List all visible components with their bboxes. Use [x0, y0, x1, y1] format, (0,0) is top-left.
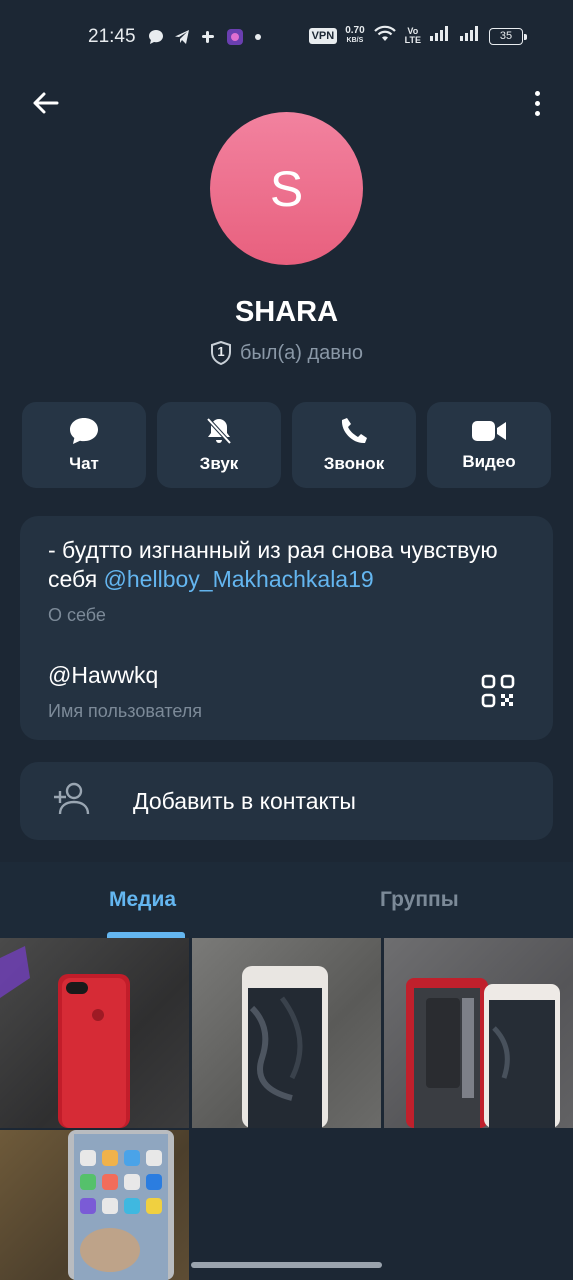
add-person-icon — [52, 782, 92, 821]
status-bar: 21:45 VPN 0.70 KB/S Vo LTE 35 — [0, 0, 573, 74]
media-tabs: Медиа Группы — [0, 862, 573, 938]
media-thumbnail[interactable] — [384, 938, 573, 1128]
call-label: Звонок — [323, 454, 385, 473]
back-button[interactable] — [28, 86, 62, 120]
username-label: Имя пользователя — [48, 701, 203, 721]
bio-text: - будтто изгнанный из рая снова чувствую… — [48, 536, 538, 594]
signal-icon-2 — [459, 25, 481, 47]
chat-icon — [70, 418, 98, 444]
signal-icon — [429, 25, 451, 47]
qr-code-button[interactable] — [481, 674, 515, 708]
bio-label: О себе — [48, 605, 106, 625]
avatar[interactable]: S — [210, 112, 363, 265]
media-grid — [0, 938, 573, 1280]
bio-mention-link[interactable]: @hellboy_Makhachkala19 — [104, 566, 374, 592]
sound-label: Звук — [199, 454, 239, 473]
last-seen-text: был(а) давно — [239, 341, 364, 364]
net-speed-value: 0.70 — [345, 25, 365, 36]
tab-groups[interactable]: Группы — [380, 888, 459, 912]
more-dot — [534, 100, 540, 106]
profile-name: SHARA — [234, 296, 339, 328]
wifi-icon — [373, 24, 397, 48]
dot-icon — [254, 33, 262, 41]
telegram-icon — [174, 29, 190, 45]
shield-icon: 1 — [210, 341, 232, 365]
qr-code-icon — [481, 674, 515, 708]
add-contact-button[interactable]: Добавить в контакты — [20, 762, 553, 840]
sound-button[interactable]: Звук — [157, 402, 281, 488]
chat-label: Чат — [69, 454, 99, 473]
last-seen-line: 1 был(а) давно — [0, 341, 573, 365]
action-buttons: Чат Звук Звонок Видео — [22, 402, 551, 488]
add-contact-label: Добавить в контакты — [133, 788, 356, 814]
net-speed-unit: KB/S — [346, 37, 364, 44]
info-card: - будтто изгнанный из рая снова чувствую… — [20, 516, 553, 740]
more-dot — [534, 90, 540, 96]
tab-media[interactable]: Медиа — [109, 888, 176, 912]
call-button[interactable]: Звонок — [292, 402, 416, 488]
more-dot — [534, 110, 540, 116]
media-thumbnail[interactable] — [192, 938, 381, 1128]
volte-bottom: LTE — [404, 35, 421, 45]
status-time: 21:45 — [88, 26, 136, 47]
status-right: VPN 0.70 KB/S Vo LTE 35 — [308, 24, 527, 48]
slack-icon — [200, 29, 216, 45]
video-button[interactable]: Видео — [427, 402, 551, 488]
phone-icon — [341, 418, 367, 444]
volte-badge: Vo LTE — [405, 27, 421, 45]
battery-icon: 35 — [489, 27, 527, 45]
app-icon — [226, 28, 244, 46]
arrow-left-icon — [33, 92, 59, 114]
username-value[interactable]: @Hawwkq — [48, 662, 158, 689]
vpn-badge: VPN — [308, 28, 338, 44]
message-icon — [148, 29, 164, 45]
video-label: Видео — [462, 452, 516, 471]
media-thumbnail[interactable] — [0, 938, 189, 1128]
media-thumbnail[interactable] — [0, 1130, 189, 1280]
video-icon — [472, 421, 506, 441]
home-indicator[interactable] — [191, 1262, 382, 1268]
more-options-button[interactable] — [525, 86, 549, 120]
net-speed: 0.70 KB/S — [345, 26, 364, 46]
shield-number: 1 — [217, 344, 225, 359]
bell-off-icon — [206, 417, 232, 445]
chat-button[interactable]: Чат — [22, 402, 146, 488]
